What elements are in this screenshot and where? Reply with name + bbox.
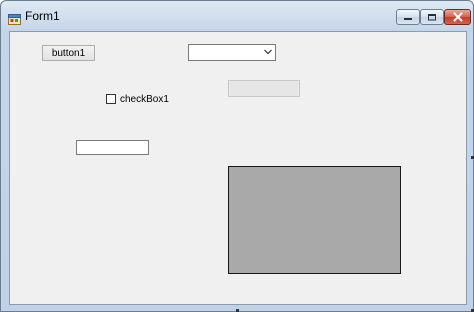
combo-box[interactable] (188, 44, 276, 61)
form-window: Form1 button1 checkBox1 (0, 0, 474, 312)
close-button[interactable] (444, 9, 471, 25)
minimize-button[interactable] (396, 9, 420, 25)
form-icon[interactable] (8, 10, 21, 25)
title-bar[interactable]: Form1 (1, 1, 473, 31)
form-client-area: button1 checkBox1 (9, 31, 467, 305)
minimize-icon (404, 18, 412, 20)
checkbox-label[interactable]: checkBox1 (120, 94, 169, 105)
checkbox1[interactable]: checkBox1 (106, 92, 169, 106)
maximize-icon (428, 14, 436, 21)
checkbox-box[interactable] (106, 94, 116, 104)
chevron-down-icon[interactable] (264, 49, 272, 55)
disabled-textbox (228, 80, 300, 97)
window-title: Form1 (25, 9, 60, 23)
maximize-button[interactable] (420, 9, 444, 25)
text-box[interactable] (76, 140, 149, 155)
close-icon (453, 12, 462, 22)
panel (228, 166, 401, 274)
button1[interactable]: button1 (42, 45, 95, 61)
